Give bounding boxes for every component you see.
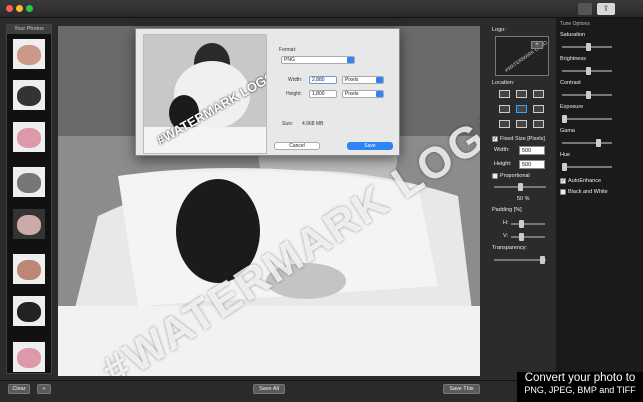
- location-middle-left[interactable]: [499, 105, 510, 113]
- share-icon[interactable]: ⇪: [597, 3, 615, 15]
- location-label: Location:: [492, 80, 515, 86]
- width-input[interactable]: 2,880: [309, 76, 337, 84]
- chevron-down-icon: [347, 57, 354, 63]
- chevron-down-icon: [376, 91, 383, 97]
- brightness-label: Brightness: [560, 56, 586, 62]
- fixed-size-label: Fixed Size [Pixels]: [500, 136, 545, 142]
- location-middle-right[interactable]: [533, 105, 544, 113]
- logo-height-input[interactable]: 500: [519, 160, 545, 169]
- height-unit-select[interactable]: Pixels: [342, 90, 384, 98]
- photo-thumbnail[interactable]: [13, 80, 45, 110]
- cancel-button[interactable]: Cancel: [274, 142, 320, 150]
- autoenhance-checkbox[interactable]: ✓: [560, 178, 566, 184]
- padding-h-slider[interactable]: [511, 220, 545, 228]
- tune-title: Tune Options: [560, 21, 590, 27]
- location-top-center[interactable]: [516, 90, 527, 98]
- height-unit-value: Pixels: [345, 91, 359, 97]
- photo-thumbnail[interactable]: [13, 39, 45, 69]
- dialog-preview: #WATERMARK LOGO: [143, 34, 267, 154]
- padding-label: Padding [%]: [492, 207, 522, 213]
- promo-caption: Convert your photo to PNG, JPEG, BMP and…: [517, 372, 643, 402]
- contrast-slider[interactable]: [562, 91, 612, 99]
- transparency-label: Transparency:: [492, 245, 527, 251]
- size-label: Size:: [282, 121, 294, 127]
- width-label: Width:: [494, 147, 510, 153]
- photo-thumbnail[interactable]: [13, 122, 45, 152]
- title-bar: ⇪: [0, 0, 643, 18]
- saturation-label: Saturation: [560, 32, 586, 38]
- padding-h-label: H:: [503, 220, 509, 226]
- height-label: Height:: [494, 161, 512, 167]
- location-bottom-center[interactable]: [516, 120, 527, 128]
- add-photo-button[interactable]: +: [37, 384, 51, 394]
- contrast-label: Contrast: [560, 80, 581, 86]
- location-bottom-left[interactable]: [499, 120, 510, 128]
- logo-label: Logo:: [492, 27, 506, 33]
- caption-line1: Convert your photo to: [524, 372, 636, 384]
- location-center[interactable]: [516, 105, 527, 113]
- fixed-size-checkbox[interactable]: ✓: [492, 136, 498, 142]
- black-and-white-label: Black and White: [568, 189, 608, 195]
- clear-button[interactable]: Clear: [8, 384, 30, 394]
- close-window-button[interactable]: [6, 5, 13, 12]
- logo-width-input[interactable]: 500: [519, 146, 545, 155]
- brightness-slider[interactable]: [562, 67, 612, 75]
- autoenhance-label: AutoEnhance: [568, 178, 602, 184]
- exposure-slider[interactable]: [562, 115, 612, 123]
- photos-sidebar: Your Photos: [6, 24, 52, 374]
- transparency-slider[interactable]: [494, 256, 546, 264]
- gama-slider[interactable]: [562, 139, 612, 147]
- photo-thumbnail[interactable]: [13, 342, 45, 372]
- location-top-left[interactable]: [499, 90, 510, 98]
- photo-thumbnail[interactable]: [13, 296, 45, 326]
- padding-v-slider[interactable]: [511, 233, 545, 241]
- proportional-checkbox[interactable]: [492, 173, 498, 179]
- size-percent: 50 %: [517, 196, 530, 202]
- gama-label: Gama: [560, 128, 575, 134]
- height-label: Height:: [286, 91, 302, 97]
- save-all-button[interactable]: Save All: [253, 384, 285, 394]
- photo-thumbnail[interactable]: [13, 167, 45, 197]
- caption-line2: PNG, JPEG, BMP and TIFF: [524, 385, 636, 395]
- format-value: PNG: [284, 57, 295, 63]
- zoom-window-button[interactable]: [26, 5, 33, 12]
- tune-options-panel: Tune Options Saturation Brightness Contr…: [556, 18, 643, 380]
- width-unit-value: Pixels: [345, 77, 359, 83]
- width-unit-select[interactable]: Pixels: [342, 76, 384, 84]
- proportional-label: Proportional: [500, 173, 530, 179]
- save-button[interactable]: Save: [347, 142, 393, 150]
- logo-preview[interactable]: #WATERMARK LOGO +: [495, 36, 549, 76]
- sidebar-title: Your Photos: [7, 25, 51, 34]
- exposure-label: Exposure: [560, 104, 584, 110]
- hue-slider[interactable]: [562, 163, 612, 171]
- location-bottom-right[interactable]: [533, 120, 544, 128]
- format-label: Format:: [279, 47, 297, 53]
- hue-label: Hue: [560, 152, 571, 158]
- save-this-button[interactable]: Save This: [443, 384, 480, 394]
- photo-thumbnail[interactable]: [13, 209, 45, 239]
- size-value: 4.968 MB: [302, 121, 324, 127]
- minimize-window-button[interactable]: [16, 5, 23, 12]
- size-slider[interactable]: [494, 183, 546, 191]
- printer-icon[interactable]: [578, 3, 592, 15]
- logo-panel: Logo: #WATERMARK LOGO + Location: ✓ Fixe…: [486, 20, 554, 380]
- format-select[interactable]: PNG: [281, 56, 355, 64]
- black-and-white-checkbox[interactable]: [560, 189, 566, 195]
- add-logo-button[interactable]: +: [531, 41, 543, 49]
- photo-thumbnail[interactable]: [13, 254, 45, 284]
- width-label: Width:: [288, 77, 303, 83]
- export-dialog: #WATERMARK LOGO Format: PNG Width: 2,880…: [135, 28, 400, 156]
- height-input[interactable]: 1,800: [309, 90, 337, 98]
- location-top-right[interactable]: [533, 90, 544, 98]
- padding-v-label: V:: [503, 233, 508, 239]
- chevron-down-icon: [376, 77, 383, 83]
- saturation-slider[interactable]: [562, 43, 612, 51]
